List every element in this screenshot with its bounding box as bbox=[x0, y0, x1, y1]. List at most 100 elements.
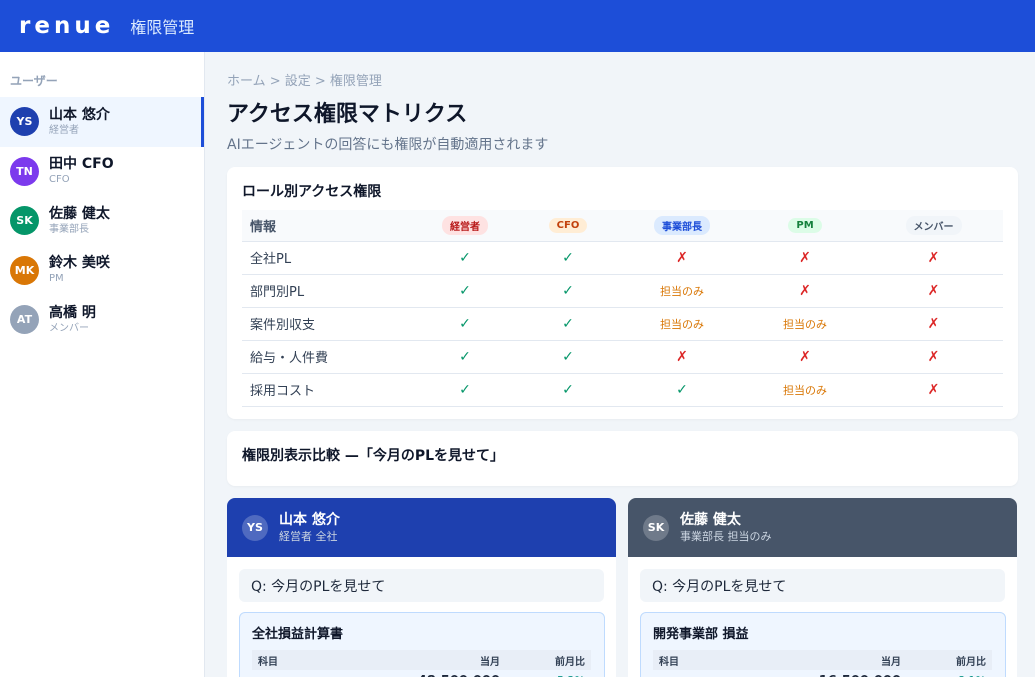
matrix-item-label: 案件別収支 bbox=[242, 307, 412, 341]
cross-icon: ✗ bbox=[799, 282, 811, 299]
user-role: メンバー bbox=[49, 322, 89, 334]
check-icon: ✓ bbox=[562, 282, 574, 299]
check-icon: ✓ bbox=[459, 381, 471, 398]
matrix-item-label: 給与・人件費 bbox=[242, 340, 412, 374]
comparison-panel-executive: YS山本 悠介経営者 全社Q: 今月のPLを見せて全社損益計算書科目当月前月比売… bbox=[227, 498, 616, 677]
check-icon: ✓ bbox=[562, 249, 574, 266]
answer-table-header: 科目 当月 前月比 bbox=[653, 650, 992, 670]
comparison-title: 権限別表示比較 —「今月のPLを見せて」 bbox=[242, 448, 505, 464]
matrix-cell: 担当のみ bbox=[618, 307, 746, 341]
answer-title: 全社損益計算書 bbox=[252, 627, 344, 642]
matrix-cell: ✓ bbox=[412, 307, 518, 341]
answer-title: 開発事業部 損益 bbox=[653, 627, 749, 642]
matrix-cell: ✓ bbox=[518, 340, 618, 374]
partial-access-label: 担当のみ bbox=[660, 317, 704, 331]
panel-user-info: 佐藤 健太 事業部長 担当のみ bbox=[680, 511, 772, 545]
matrix-header-role: CFO bbox=[518, 210, 618, 242]
app-logo[interactable]: renue bbox=[19, 13, 114, 39]
breadcrumb[interactable]: ホーム > 設定 > 権限管理 bbox=[227, 70, 382, 89]
page-title: アクセス権限マトリクス bbox=[227, 102, 468, 127]
matrix-cell: ✗ bbox=[864, 274, 1003, 308]
user-role: PM bbox=[49, 273, 64, 285]
sidebar-user-item[interactable]: AT 高橋 明メンバー bbox=[0, 295, 204, 345]
user-list: YS 山本 悠介 経営者 TN 田中 CFO CFO SK 佐藤 健太 事業部長 MK 鈴木 美咲 P… bbox=[0, 97, 204, 345]
panel-user-info: 山本 悠介 経営者 全社 bbox=[279, 511, 340, 545]
sidebar-user-item[interactable]: SK 佐藤 健太 事業部長 bbox=[0, 196, 204, 246]
matrix-header-row: 情報 経営者 CFO 事業部長 PM メンバー bbox=[242, 210, 1003, 242]
user-role: CFO bbox=[49, 174, 70, 186]
matrix-row: 給与・人件費 ✓ ✓ ✗ ✗ ✗ bbox=[242, 340, 1003, 374]
top-bar: renue 権限管理 bbox=[0, 0, 1035, 52]
panel-user-scope: 経営者 全社 bbox=[279, 529, 338, 543]
role-badge: 経営者 bbox=[442, 215, 488, 235]
user-name: 高橋 明 bbox=[49, 304, 96, 321]
matrix-cell: ✗ bbox=[746, 241, 864, 275]
avatar: YS bbox=[242, 514, 268, 541]
matrix-cell: ✗ bbox=[864, 241, 1003, 275]
column-header: 科目 bbox=[258, 656, 278, 668]
matrix-cell: ✗ bbox=[746, 274, 864, 308]
role-badge: PM bbox=[788, 218, 822, 234]
question-bubble: Q: 今月のPLを見せて bbox=[640, 569, 1005, 602]
user-text: 高橋 明メンバー bbox=[49, 304, 96, 336]
matrix-row: 採用コスト ✓ ✓ ✓ 担当のみ ✗ bbox=[242, 373, 1003, 407]
access-matrix-card: ロール別アクセス権限 情報 経営者 CFO 事業部長 PM メンバー 全社PL ✓ ✓ ✗ ✗ ✗ 部… bbox=[227, 167, 1018, 419]
check-icon: ✓ bbox=[459, 315, 471, 332]
partial-access-label: 担当のみ bbox=[783, 317, 827, 331]
role-badge: メンバー bbox=[905, 215, 962, 235]
check-icon: ✓ bbox=[459, 282, 471, 299]
panel-user-scope: 事業部長 担当のみ bbox=[680, 529, 772, 543]
user-name: 鈴木 美咲 bbox=[49, 255, 110, 272]
matrix-header-role: PM bbox=[746, 210, 864, 242]
user-text: 佐藤 健太 事業部長 bbox=[49, 205, 110, 237]
matrix-cell: ✓ bbox=[618, 373, 746, 407]
avatar: MK bbox=[10, 255, 39, 285]
panel-user-name: 佐藤 健太 bbox=[680, 511, 741, 528]
check-icon: ✓ bbox=[459, 348, 471, 365]
column-header: 前月比 bbox=[956, 656, 986, 668]
sidebar-user-item[interactable]: YS 山本 悠介 経営者 bbox=[0, 97, 204, 147]
answer-table-header: 科目 当月 前月比 bbox=[252, 650, 591, 670]
matrix-cell: 担当のみ bbox=[746, 373, 864, 407]
user-role: 事業部長 bbox=[49, 223, 89, 235]
matrix-header-info: 情報 bbox=[242, 210, 412, 242]
sidebar-user-item[interactable]: MK 鈴木 美咲 PM bbox=[0, 246, 204, 296]
matrix-cell: 担当のみ bbox=[746, 307, 864, 341]
matrix-cell: ✗ bbox=[746, 340, 864, 374]
matrix-item-label: 全社PL bbox=[242, 241, 412, 275]
comparison-card: 権限別表示比較 —「今月のPLを見せて」 bbox=[227, 431, 1018, 486]
matrix-cell: ✗ bbox=[864, 340, 1003, 374]
cross-icon: ✗ bbox=[927, 315, 940, 332]
main-content: ホーム > 設定 > 権限管理 アクセス権限マトリクス AIエージェントの回答に… bbox=[205, 52, 1035, 677]
panel-user-name: 山本 悠介 bbox=[279, 511, 340, 528]
check-icon: ✓ bbox=[459, 249, 471, 266]
avatar: YS bbox=[10, 107, 39, 137]
cross-icon: ✗ bbox=[927, 348, 940, 365]
panel-header: YS 山本 悠介 経営者 全社 bbox=[227, 498, 616, 557]
sidebar-user-item[interactable]: TN 田中 CFO CFO bbox=[0, 147, 204, 197]
column-header: 科目 bbox=[659, 656, 679, 668]
cross-icon: ✗ bbox=[927, 282, 940, 299]
matrix-row: 案件別収支 ✓ ✓ 担当のみ 担当のみ ✗ bbox=[242, 307, 1003, 341]
matrix-cell: ✓ bbox=[412, 340, 518, 374]
panel-header: SK 佐藤 健太 事業部長 担当のみ bbox=[628, 498, 1017, 557]
user-name: 山本 悠介 bbox=[49, 106, 110, 123]
check-icon: ✓ bbox=[562, 315, 574, 332]
matrix-header-role: メンバー bbox=[864, 210, 1003, 242]
user-name: 佐藤 健太 bbox=[49, 205, 110, 222]
matrix-cell: ✗ bbox=[618, 241, 746, 275]
partial-access-label: 担当のみ bbox=[660, 284, 704, 298]
cross-icon: ✗ bbox=[799, 249, 811, 266]
matrix-header-role: 経営者 bbox=[412, 210, 518, 242]
column-header: 前月比 bbox=[555, 656, 585, 668]
matrix-cell: ✓ bbox=[518, 274, 618, 308]
cross-icon: ✗ bbox=[799, 348, 811, 365]
cross-icon: ✗ bbox=[927, 381, 940, 398]
matrix-cell: ✗ bbox=[864, 373, 1003, 407]
role-badge: 事業部長 bbox=[654, 215, 710, 235]
sidebar: ユーザー YS 山本 悠介 経営者 TN 田中 CFO CFO SK 佐藤 健太 事業部長 MK 鈴… bbox=[0, 52, 205, 677]
app-title: 権限管理 bbox=[130, 18, 195, 37]
cross-icon: ✗ bbox=[676, 249, 688, 266]
comparison-panel-division: SK 佐藤 健太 事業部長 担当のみ Q: 今月のPLを見せて開発事業部 損益科目 当月… bbox=[628, 498, 1017, 677]
matrix-cell: ✓ bbox=[518, 241, 618, 275]
